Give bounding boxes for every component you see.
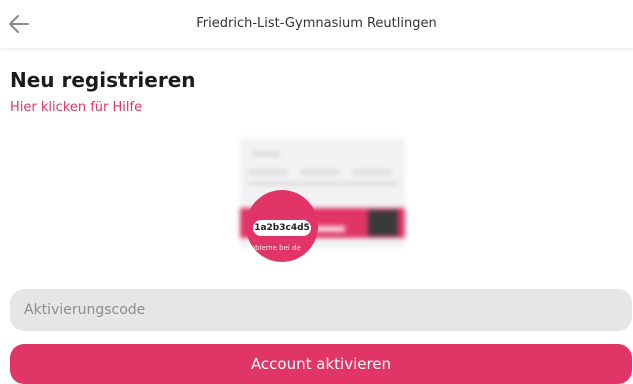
page-title: Neu registrieren	[10, 68, 196, 92]
school-name-title: Friedrich-List-Gymnasium Reutlingen	[196, 16, 437, 31]
circle-hint-text: Probleme bei de	[246, 244, 301, 252]
activation-code-input[interactable]	[10, 289, 632, 331]
activate-account-button[interactable]: Account aktivieren	[10, 344, 632, 384]
activation-code-illustration: 1a2b3c4d5 Probleme bei de	[240, 138, 405, 262]
example-code-badge: 1a2b3c4d5	[253, 220, 311, 236]
help-link[interactable]: Hier klicken für Hilfe	[10, 100, 142, 115]
app-header: Friedrich-List-Gymnasium Reutlingen	[0, 0, 633, 48]
code-highlight-circle: 1a2b3c4d5 Probleme bei de	[246, 190, 318, 262]
